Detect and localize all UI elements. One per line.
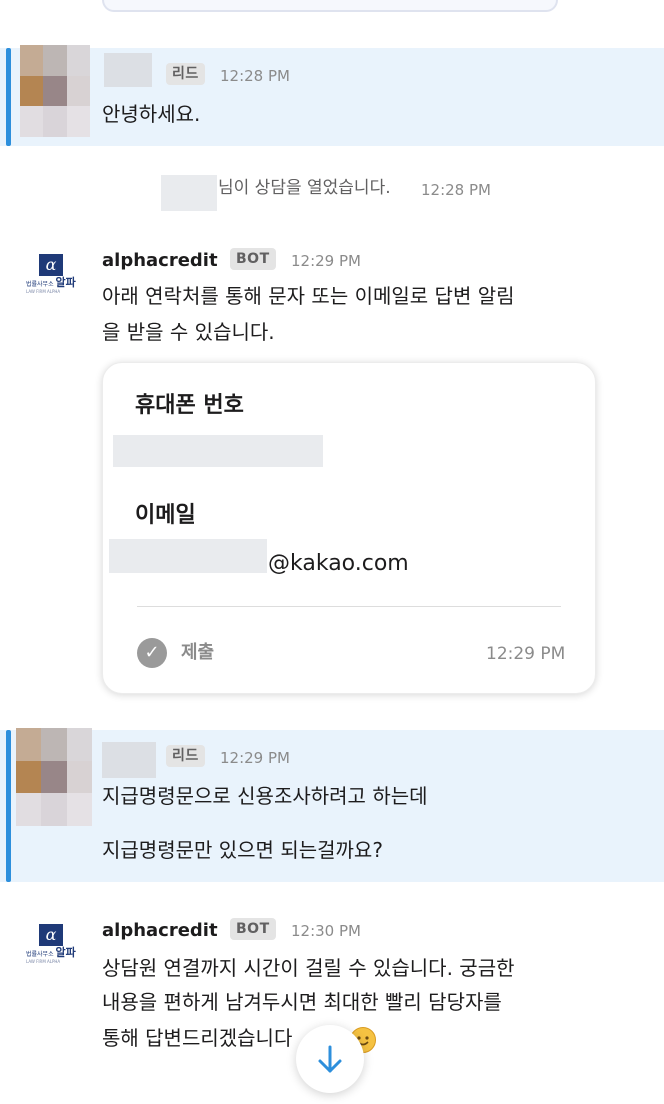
lead-highlight-bar	[6, 730, 11, 882]
lead-badge: 리드	[166, 745, 205, 767]
redacted-username	[102, 742, 156, 778]
sender-name[interactable]: alphacredit	[102, 919, 218, 943]
message-text-line: 아래 연락처를 통해 문자 또는 이메일로 답변 알림	[102, 284, 515, 308]
lead-message	[0, 48, 664, 146]
submitted-status: 제출	[181, 642, 215, 663]
email-domain: @kakao.com	[268, 551, 409, 576]
phone-value-redacted	[113, 435, 323, 467]
check-icon: ✓	[137, 638, 167, 668]
message-text-line: 지급명령문만 있으면 되는걸까요?	[102, 838, 383, 862]
message-timestamp: 12:28 PM	[220, 67, 290, 85]
message-text-line: 상담원 연결까지 시간이 걸릴 수 있습니다. 궁금한	[102, 956, 515, 980]
lead-badge: 리드	[166, 63, 205, 85]
phone-label: 휴대폰 번호	[135, 393, 244, 418]
contact-form-card: 휴대폰 번호 이메일 @kakao.com ✓ 제출 12:29 PM	[102, 362, 596, 694]
message-timestamp: 12:30 PM	[291, 922, 361, 940]
bot-badge: BOT	[230, 248, 276, 270]
form-timestamp: 12:29 PM	[486, 644, 566, 664]
system-message-text: 님이 상담을 열었습니다.	[218, 178, 391, 198]
previous-card-remnant	[102, 0, 558, 12]
bot-badge: BOT	[230, 918, 276, 940]
alpha-logo-icon: α	[39, 254, 63, 276]
message-text-line: 내용을 편하게 남겨두시면 최대한 빨리 담당자를	[102, 990, 502, 1014]
sender-name[interactable]: alphacredit	[102, 249, 218, 273]
scroll-to-bottom-button[interactable]	[296, 1025, 364, 1093]
bot-avatar[interactable]: α 법률사무소 알파 LAW FIRM ALPHA	[20, 914, 82, 976]
logo-subtitle: LAW FIRM ALPHA	[26, 289, 61, 294]
message-text-line: 지급명령문으로 신용조사하려고 하는데	[102, 784, 428, 808]
user-avatar[interactable]	[20, 45, 90, 137]
message-text-line: 통해 답변드리겠습니다	[102, 1026, 293, 1050]
user-avatar[interactable]	[16, 728, 92, 826]
arrow-down-icon	[318, 1045, 342, 1073]
system-message-timestamp: 12:28 PM	[421, 181, 491, 199]
email-label: 이메일	[135, 503, 196, 528]
logo-subtitle: LAW FIRM ALPHA	[26, 959, 61, 964]
message-text: 안녕하세요.	[102, 102, 201, 126]
message-text-line: 을 받을 수 있습니다.	[102, 320, 275, 344]
alpha-logo-icon: α	[39, 924, 63, 946]
lead-highlight-bar	[6, 48, 11, 146]
message-timestamp: 12:29 PM	[220, 749, 290, 767]
message-timestamp: 12:29 PM	[291, 252, 361, 270]
email-value-redacted	[109, 539, 267, 573]
redacted-username	[104, 53, 152, 87]
form-divider	[137, 606, 561, 607]
redacted-username	[161, 175, 217, 211]
bot-avatar[interactable]: α 법률사무소 알파 LAW FIRM ALPHA	[20, 244, 82, 306]
